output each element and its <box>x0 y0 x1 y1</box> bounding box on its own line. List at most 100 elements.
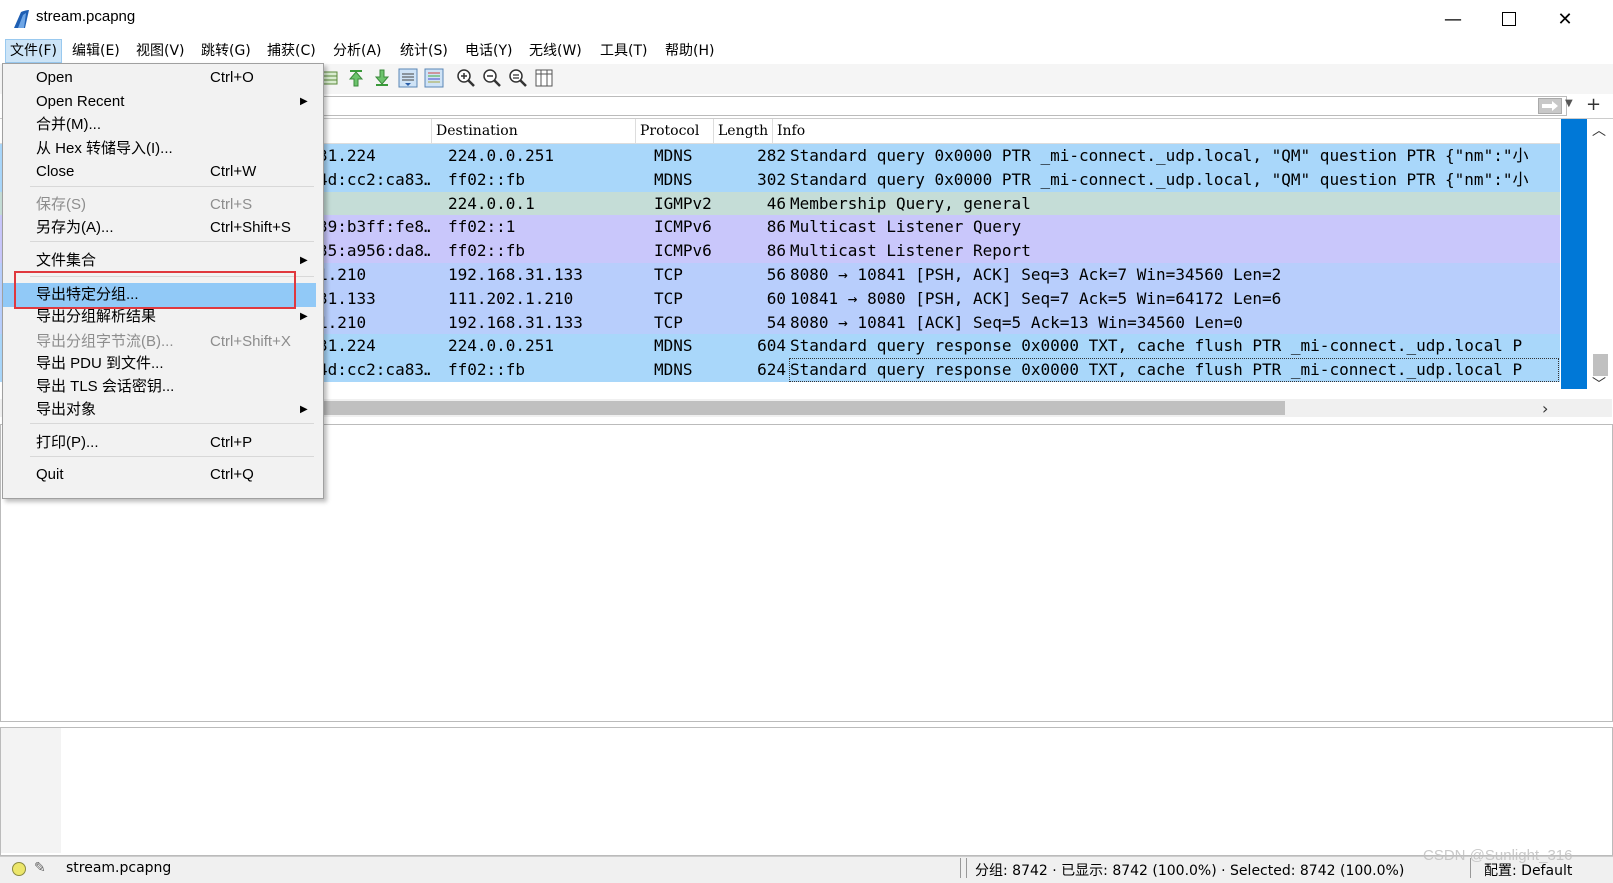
submenu-arrow-icon: ▶ <box>300 255 308 266</box>
maximize-button[interactable] <box>1481 0 1537 38</box>
wireshark-fin-icon <box>14 10 29 28</box>
cell-source: 39:b3ff:fe8… <box>318 217 430 237</box>
menu-wireless[interactable]: 无线(W) <box>525 40 586 62</box>
cell-length: 46 <box>766 193 786 213</box>
file-menu-item[interactable]: Open Ctrl+O <box>0 66 320 90</box>
menu-capture[interactable]: 捕获(C) <box>263 40 320 62</box>
menu-item-label: 文件集合 <box>36 252 97 269</box>
cell-protocol: MDNS <box>654 169 693 189</box>
autoscroll-icon[interactable] <box>398 68 418 88</box>
cell-length: 604 <box>757 336 786 356</box>
minimize-button[interactable]: — <box>1425 0 1481 38</box>
status-separator <box>966 858 967 878</box>
file-menu-item[interactable]: 从 Hex 转储导入(I)... <box>0 137 320 161</box>
display-filter-input[interactable] <box>320 96 1567 116</box>
packet-list-vscroll[interactable] <box>1588 119 1613 394</box>
column-destination[interactable]: Destination <box>431 119 634 143</box>
menu-tools[interactable]: 工具(T) <box>596 40 651 62</box>
hscroll-thumb[interactable] <box>315 401 1285 415</box>
colorize-icon[interactable] <box>424 68 444 88</box>
menu-item-label: 导出 TLS 会话密钥... <box>36 378 175 395</box>
chevron-right-icon[interactable]: › <box>1542 399 1548 418</box>
file-menu-item[interactable]: Open Recent ▶ <box>0 90 320 114</box>
file-menu-item[interactable]: 导出 TLS 会话密钥... <box>0 375 320 399</box>
add-filter-button[interactable]: + <box>1586 94 1601 115</box>
resize-columns-icon[interactable] <box>534 68 554 88</box>
column-info[interactable]: Info <box>772 119 1517 143</box>
window-title: stream.pcapng <box>36 8 136 25</box>
cell-protocol: TCP <box>654 312 683 332</box>
file-menu-item[interactable]: 导出对象 ▶ <box>0 398 320 422</box>
cell-info: Multicast Listener Query <box>790 217 1022 237</box>
menu-telephony[interactable]: 电话(Y) <box>461 40 516 62</box>
filter-history-dropdown[interactable]: ▼ <box>1565 98 1573 109</box>
cell-source <box>318 192 430 216</box>
cell-protocol: IGMPv2 <box>654 193 712 213</box>
file-menu-item[interactable]: Close Ctrl+W <box>0 160 320 184</box>
last-packet-icon[interactable] <box>372 68 392 88</box>
menu-file[interactable]: 文件(F) <box>5 39 62 63</box>
file-menu-item[interactable]: 打印(P)... Ctrl+P <box>0 431 320 455</box>
file-menu-item[interactable]: 导出 PDU 到文件... <box>0 352 320 376</box>
cell-destination: ff02::fb <box>448 169 526 189</box>
menu-view[interactable]: 视图(V) <box>132 40 189 62</box>
menu-item-label: 导出 PDU 到文件... <box>36 355 164 372</box>
menu-go[interactable]: 跳转(G) <box>197 40 255 62</box>
cell-source: 35:a956:da8… <box>318 241 430 261</box>
cell-destination: 111.202.1.210 <box>448 288 574 308</box>
file-menu-item[interactable]: 合并(M)... <box>0 113 320 137</box>
vscroll-thumb[interactable] <box>1593 354 1608 376</box>
cell-destination: 192.168.31.133 <box>448 312 583 332</box>
cell-info: 8080 → 10841 [PSH, ACK] Seq=3 Ack=7 Win=… <box>790 265 1282 284</box>
cell-length: 86 <box>766 241 786 261</box>
cell-length: 60 <box>766 288 786 308</box>
menu-separator <box>30 423 314 424</box>
cell-destination: ff02::1 <box>448 217 516 237</box>
menu-item-shortcut: Ctrl+O <box>210 69 254 86</box>
title-bar <box>0 0 1613 39</box>
menu-help[interactable]: 帮助(H) <box>661 40 718 62</box>
submenu-arrow-icon: ▶ <box>300 96 308 107</box>
column-length[interactable]: Length <box>713 119 772 143</box>
close-button[interactable]: ✕ <box>1537 0 1593 38</box>
submenu-arrow-icon: ▶ <box>300 404 308 415</box>
zoom-normal-icon[interactable] <box>508 68 528 88</box>
menu-item-label: Quit <box>36 466 64 483</box>
menu-edit[interactable]: 编辑(E) <box>68 40 124 62</box>
close-icon: ✕ <box>1557 8 1573 30</box>
column-protocol[interactable]: Protocol <box>635 119 712 143</box>
menu-item-label: 从 Hex 转储导入(I)... <box>36 140 173 157</box>
first-packet-icon[interactable] <box>346 68 366 88</box>
edit-comment-icon[interactable]: ✎ <box>34 860 46 876</box>
maximize-icon <box>1502 12 1516 26</box>
menu-item-shortcut: Ctrl+S <box>210 196 253 213</box>
menu-item-label: Close <box>36 163 75 180</box>
zoom-out-icon[interactable] <box>482 68 502 88</box>
annotation-red-box <box>14 271 296 309</box>
menu-item-shortcut: Ctrl+P <box>210 434 253 451</box>
cell-length: 54 <box>766 312 786 332</box>
cell-destination: 192.168.31.133 <box>448 265 583 284</box>
packet-minimap[interactable] <box>1561 119 1587 389</box>
menu-statistics[interactable]: 统计(S) <box>396 40 452 62</box>
chevron-down-icon[interactable]: ﹀ <box>1592 374 1606 394</box>
cell-info: Standard query 0x0000 PTR _mi-connect._u… <box>790 146 1529 165</box>
cell-destination: ff02::fb <box>448 360 526 380</box>
cell-destination: 224.0.0.251 <box>448 146 554 165</box>
menu-analyze[interactable]: 分析(A) <box>329 40 386 62</box>
packet-bytes-pane[interactable] <box>0 727 1613 856</box>
zoom-in-icon[interactable] <box>456 68 476 88</box>
menu-item-label: 导出对象 <box>36 401 97 418</box>
cell-protocol: TCP <box>654 288 683 308</box>
capture-status-icon[interactable] <box>12 862 26 876</box>
file-menu-item[interactable]: Quit Ctrl+Q <box>0 463 320 487</box>
cell-protocol: ICMPv6 <box>654 217 712 237</box>
file-menu-item[interactable]: 文件集合 ▶ <box>0 249 320 273</box>
chevron-up-icon[interactable]: ︿ <box>1592 120 1606 140</box>
apply-filter-button[interactable] <box>1538 98 1562 114</box>
file-menu-item[interactable]: 导出分组字节流(B)... Ctrl+Shift+X <box>0 330 320 354</box>
file-menu-item[interactable]: 保存(S) Ctrl+S <box>0 193 320 217</box>
cell-length: 302 <box>757 169 786 189</box>
file-menu-item[interactable]: 另存为(A)... Ctrl+Shift+S <box>0 216 320 240</box>
menu-item-label: Open Recent <box>36 93 125 110</box>
